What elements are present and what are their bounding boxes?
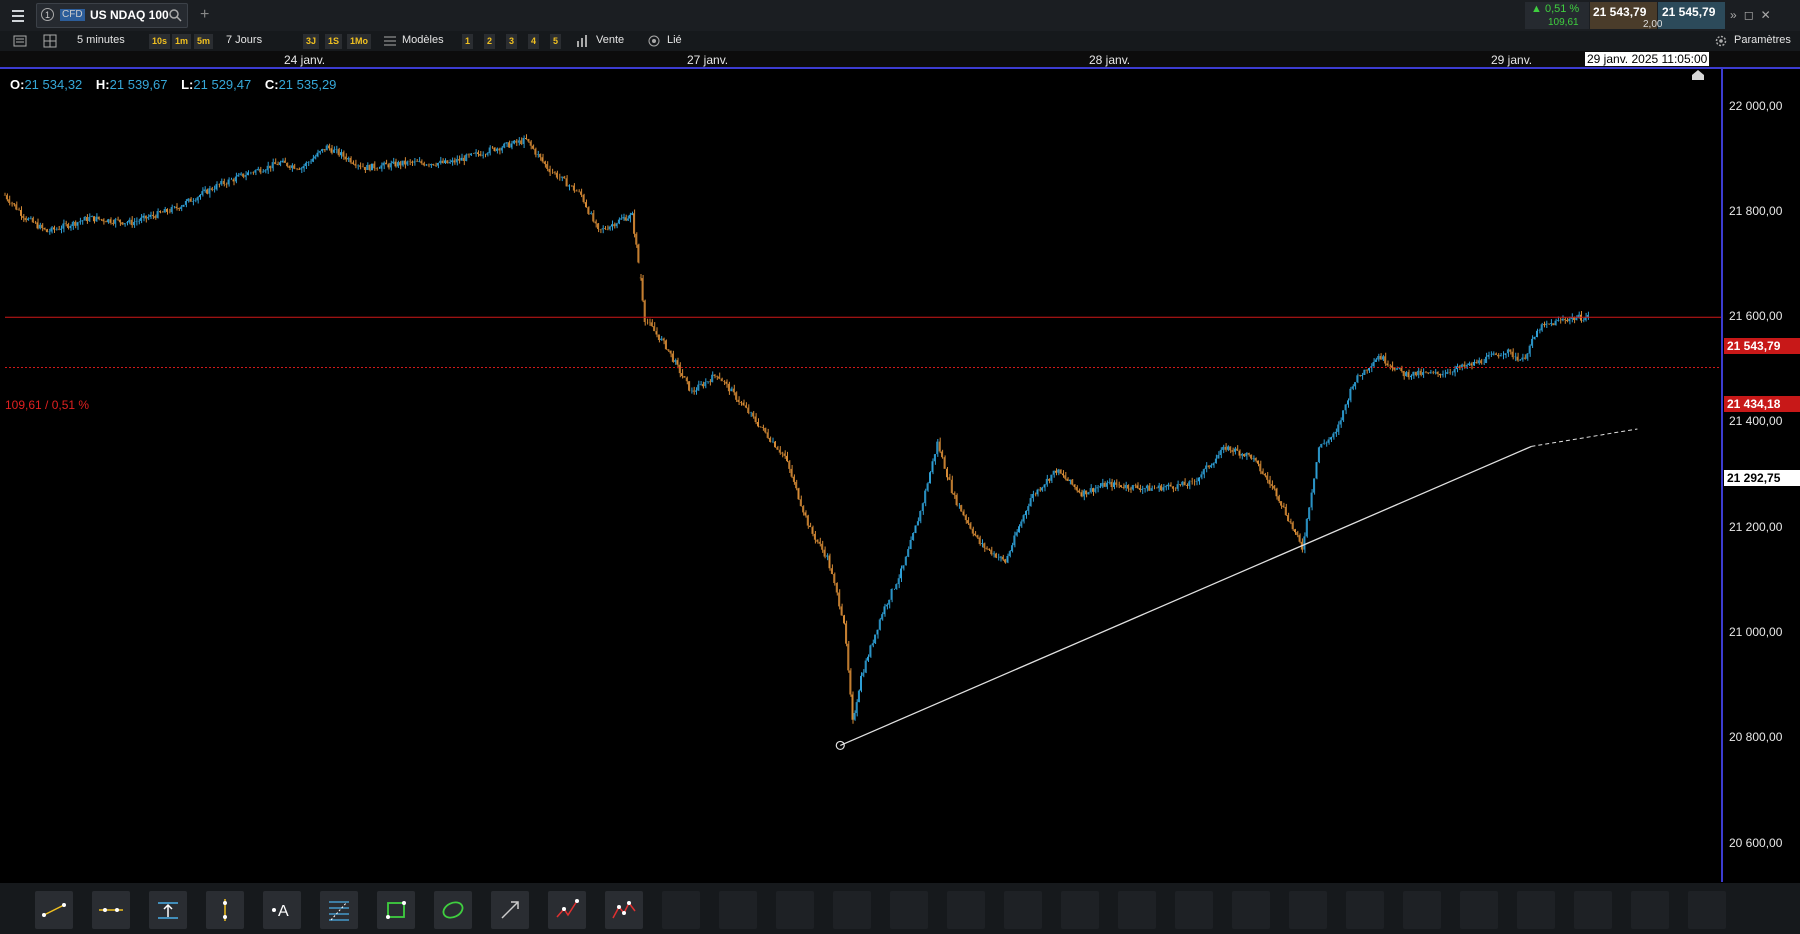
empty-tool-slot[interactable] xyxy=(1346,891,1384,929)
layout-2[interactable]: 2 xyxy=(484,34,496,49)
text-tool-icon[interactable]: A xyxy=(263,891,301,929)
collapse-icon[interactable]: » xyxy=(1730,8,1744,22)
empty-tool-slot[interactable] xyxy=(776,891,814,929)
ellipse-tool-icon[interactable] xyxy=(434,891,472,929)
empty-tool-slot[interactable] xyxy=(1289,891,1327,929)
candles-group xyxy=(3,134,1589,724)
rectangle-tool-icon[interactable] xyxy=(377,891,415,929)
range-select[interactable]: 7 Jours xyxy=(226,34,262,46)
range-1mo[interactable]: 1Mo xyxy=(347,34,371,49)
side-icon xyxy=(577,35,587,47)
empty-tool-slot[interactable] xyxy=(833,891,871,929)
cfd-badge: CFD xyxy=(60,9,85,21)
reference-price-tag: 21 434,18 xyxy=(1724,396,1800,412)
crosshair-date: 29 janv. 2025 11:05:00 xyxy=(1585,52,1710,66)
axis-divider xyxy=(1721,69,1723,882)
link-icon xyxy=(648,35,660,47)
buy-price: 21 545,79 xyxy=(1662,5,1716,19)
layout-icon[interactable] xyxy=(42,33,58,49)
horizontal-line-tool-icon[interactable] xyxy=(92,891,130,929)
range-1s[interactable]: 1S xyxy=(325,34,343,49)
empty-tool-slot[interactable] xyxy=(890,891,928,929)
window-controls[interactable]: »◻✕ xyxy=(1730,8,1778,22)
empty-tool-slot[interactable] xyxy=(719,891,757,929)
empty-tool-slot[interactable] xyxy=(662,891,700,929)
empty-tool-slot[interactable] xyxy=(1631,891,1669,929)
date-label: 28 janv. xyxy=(1089,53,1131,67)
range-3j[interactable]: 3J xyxy=(303,34,320,49)
fibonacci-tool-icon[interactable] xyxy=(320,891,358,929)
spread-value: 2,00 xyxy=(1643,19,1663,30)
trendline-extension xyxy=(1531,428,1638,447)
y-tick: 22 000,00 xyxy=(1729,99,1783,113)
empty-tool-slot[interactable] xyxy=(1403,891,1441,929)
empty-tool-slot[interactable] xyxy=(1517,891,1555,929)
date-label: 24 janv. xyxy=(284,53,326,67)
price-level-tool-icon[interactable] xyxy=(149,891,187,929)
add-tab-icon[interactable]: + xyxy=(200,6,209,24)
interval-select[interactable]: 5 minutes xyxy=(77,34,125,46)
y-tick: 21 000,00 xyxy=(1729,625,1783,639)
y-tick: 20 600,00 xyxy=(1729,836,1783,850)
tab-number-badge: 1 xyxy=(41,8,54,21)
empty-tool-slot[interactable] xyxy=(1460,891,1498,929)
svg-text:A: A xyxy=(278,903,289,920)
empty-tool-slot[interactable] xyxy=(1004,891,1042,929)
templates-icon[interactable] xyxy=(382,33,398,49)
vertical-line-tool-icon[interactable] xyxy=(206,891,244,929)
instrument-name: US NDAQ 100 xyxy=(90,8,169,22)
empty-tool-slot[interactable] xyxy=(947,891,985,929)
date-label: 27 janv. xyxy=(687,53,729,67)
y-tick: 21 800,00 xyxy=(1729,204,1783,218)
sell-price: 21 543,79 xyxy=(1593,5,1647,19)
trendline[interactable] xyxy=(840,445,1532,747)
menu-icon[interactable] xyxy=(8,7,28,25)
empty-tool-slot[interactable] xyxy=(1175,891,1213,929)
layout-4[interactable]: 4 xyxy=(528,34,540,49)
interval-5m[interactable]: 5m xyxy=(194,34,214,49)
date-label: 29 janv. xyxy=(1491,53,1533,67)
interval-1m[interactable]: 1m xyxy=(172,34,192,49)
pattern-tool-icon[interactable] xyxy=(605,891,643,929)
line-tool-icon[interactable] xyxy=(35,891,73,929)
trendline-price-tag: 21 292,75 xyxy=(1724,470,1800,486)
arrow-tool-icon[interactable] xyxy=(491,891,529,929)
empty-tool-slot[interactable] xyxy=(1574,891,1612,929)
y-tick: 21 200,00 xyxy=(1729,520,1783,534)
panel-icon[interactable] xyxy=(12,33,28,49)
y-tick: 21 400,00 xyxy=(1729,414,1783,428)
settings-button[interactable]: Paramètres xyxy=(1734,34,1791,46)
layout-5[interactable]: 5 xyxy=(550,34,562,49)
templates-button[interactable]: Modèles xyxy=(402,34,444,46)
change-percent: ▲ 0,51 % xyxy=(1531,3,1580,15)
y-tick: 21 600,00 xyxy=(1729,309,1783,323)
empty-tool-slot[interactable] xyxy=(1118,891,1156,929)
change-points: 109,61 xyxy=(1548,17,1579,28)
close-icon[interactable]: ✕ xyxy=(1761,8,1778,22)
empty-tool-slot[interactable] xyxy=(1232,891,1270,929)
reference-label: 109,61 / 0,51 % xyxy=(5,398,90,412)
layout-3[interactable]: 3 xyxy=(506,34,518,49)
empty-tool-slot[interactable] xyxy=(1061,891,1099,929)
gear-icon[interactable] xyxy=(1713,33,1729,49)
chart-toolbar xyxy=(0,31,1800,51)
empty-tool-slot[interactable] xyxy=(1688,891,1726,929)
last-price-tag: 21 543,79 xyxy=(1724,338,1800,354)
price-chart[interactable] xyxy=(0,69,1721,882)
y-tick: 20 800,00 xyxy=(1729,730,1783,744)
layout-1[interactable]: 1 xyxy=(462,34,474,49)
path-tool-icon[interactable] xyxy=(548,891,586,929)
link-button[interactable]: Lié xyxy=(667,34,682,46)
side-select[interactable]: Vente xyxy=(596,34,624,46)
search-icon[interactable] xyxy=(169,9,182,22)
restore-icon[interactable]: ◻ xyxy=(1744,8,1761,22)
interval-10s[interactable]: 10s xyxy=(149,34,171,49)
